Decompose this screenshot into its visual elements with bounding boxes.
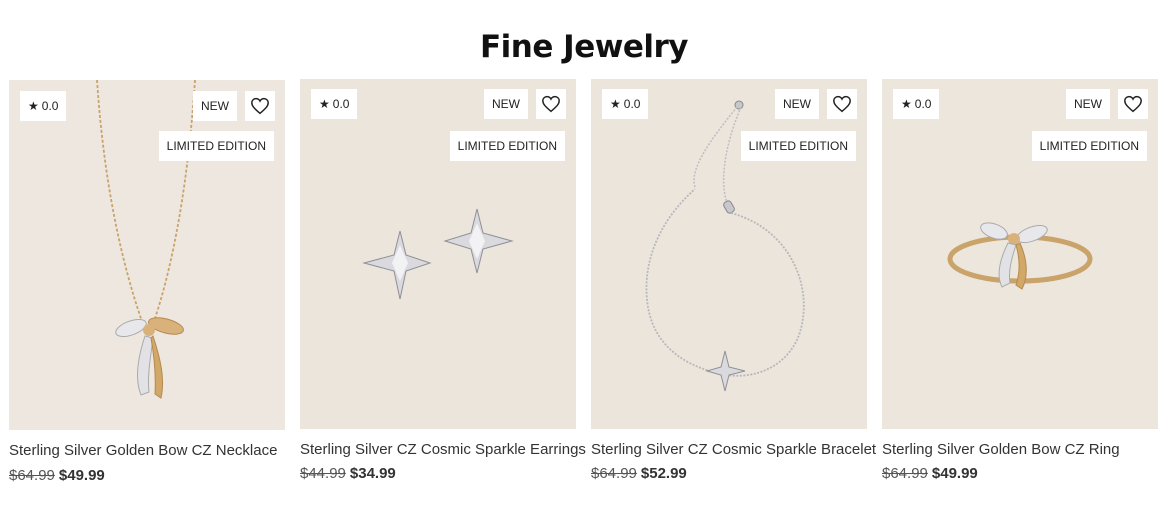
rating-badge: ★ 0.0: [311, 89, 358, 119]
wishlist-button[interactable]: [1118, 89, 1148, 119]
section-title: Fine Jewelry: [479, 29, 689, 65]
heart-icon: [1124, 95, 1142, 113]
rating-badge: ★ 0.0: [893, 89, 940, 119]
new-badge: NEW: [775, 89, 819, 119]
limited-edition-badge: LIMITED EDITION: [1031, 131, 1147, 161]
product-image[interactable]: ★ 0.0 NEW LIMITED EDITION: [591, 79, 867, 429]
product-name[interactable]: Sterling Silver CZ Cosmic Sparkle Earrin…: [300, 441, 586, 458]
limited-edition-badge: LIMITED EDITION: [449, 131, 565, 161]
sale-price: $49.99: [58, 467, 105, 484]
new-badge: NEW: [1066, 89, 1110, 119]
wishlist-button[interactable]: [827, 89, 857, 119]
limited-edition-badge: LIMITED EDITION: [740, 131, 856, 161]
sale-price: $52.99: [640, 465, 687, 482]
heart-icon: [833, 95, 851, 113]
rating-value: 0.0: [332, 97, 350, 111]
star-icon: ★: [901, 97, 912, 111]
product-name[interactable]: Sterling Silver Golden Bow CZ Necklace: [9, 442, 277, 459]
sale-price: $49.99: [931, 465, 978, 482]
product-price: $64.99 $49.99: [882, 465, 978, 482]
original-price: $44.99: [300, 465, 346, 482]
product-image[interactable]: ★ 0.0 NEW LIMITED EDITION: [882, 79, 1158, 429]
limited-edition-badge: LIMITED EDITION: [158, 131, 274, 161]
product-image[interactable]: ★ 0.0 NEW LIMITED EDITION: [300, 79, 576, 429]
star-icon: ★: [319, 97, 330, 111]
new-badge: NEW: [484, 89, 528, 119]
rating-value: 0.0: [623, 97, 641, 111]
original-price: $64.99: [9, 467, 55, 484]
product-image[interactable]: ★ 0.0 NEW LIMITED EDITION: [9, 80, 285, 430]
product-price: $64.99 $52.99: [591, 465, 687, 482]
star-icon: ★: [610, 97, 621, 111]
original-price: $64.99: [882, 465, 928, 482]
heart-icon: [542, 95, 560, 113]
wishlist-button[interactable]: [245, 91, 275, 121]
product-price: $44.99 $34.99: [300, 465, 396, 482]
sale-price: $34.99: [349, 465, 396, 482]
rating-value: 0.0: [41, 99, 59, 113]
product-name[interactable]: Sterling Silver Golden Bow CZ Ring: [882, 441, 1120, 458]
rating-badge: ★ 0.0: [20, 91, 67, 121]
wishlist-button[interactable]: [536, 89, 566, 119]
product-name[interactable]: Sterling Silver CZ Cosmic Sparkle Bracel…: [591, 441, 876, 458]
heart-icon: [251, 97, 269, 115]
product-price: $64.99 $49.99: [9, 467, 105, 484]
star-icon: ★: [28, 99, 39, 113]
rating-value: 0.0: [914, 97, 932, 111]
original-price: $64.99: [591, 465, 637, 482]
rating-badge: ★ 0.0: [602, 89, 649, 119]
new-badge: NEW: [193, 91, 237, 121]
